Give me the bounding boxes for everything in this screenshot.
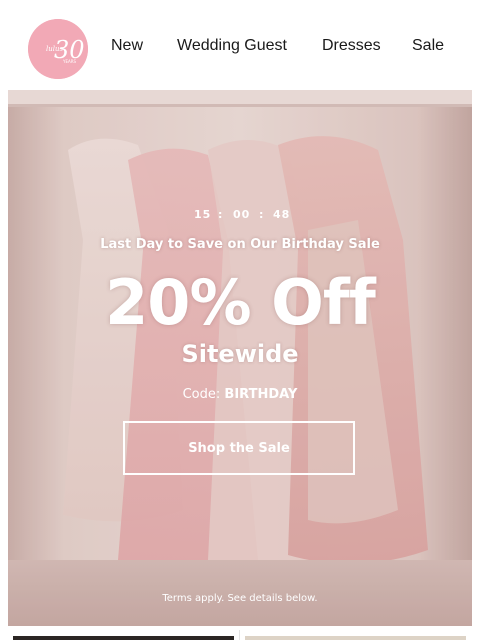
shop-sale-button[interactable]: Shop the Sale	[123, 421, 355, 475]
promo-headline: 20% Off	[105, 266, 376, 339]
terms-link[interactable]: Terms apply. See details below.	[8, 593, 472, 604]
logo-icon: lulus 30 YEARS	[28, 19, 88, 79]
hero-banner[interactable]: 15 : 00 : 48 Last Day to Save on Our Bir…	[8, 90, 472, 626]
nav-item-sale[interactable]: Sale	[412, 37, 444, 55]
site-header: lulus 30 YEARS New Wedding Guest Dresses…	[0, 0, 480, 90]
product-tile-left[interactable]	[13, 636, 234, 640]
countdown-separator: :	[259, 208, 265, 221]
tile-divider	[239, 630, 240, 640]
promo-subheadline: Sitewide	[181, 340, 299, 368]
product-tile-right[interactable]	[245, 636, 466, 640]
countdown-seconds: 48	[273, 208, 291, 221]
logo-sub-text: YEARS	[62, 59, 76, 64]
hero-overlay: 15 : 00 : 48 Last Day to Save on Our Bir…	[8, 90, 472, 626]
nav-item-wedding-guest[interactable]: Wedding Guest	[177, 37, 287, 55]
countdown-separator: :	[218, 208, 224, 221]
promo-code: Code: BIRTHDAY	[8, 387, 472, 402]
countdown-hours: 15	[194, 208, 212, 221]
brand-logo[interactable]: lulus 30 YEARS	[28, 19, 88, 79]
promo-code-value: BIRTHDAY	[224, 387, 298, 402]
countdown-minutes: 00	[233, 208, 251, 221]
nav-item-new[interactable]: New	[111, 37, 143, 55]
promo-code-label: Code:	[182, 387, 221, 402]
nav-item-dresses[interactable]: Dresses	[322, 37, 381, 55]
promo-subhead: Last Day to Save on Our Birthday Sale	[100, 237, 380, 252]
